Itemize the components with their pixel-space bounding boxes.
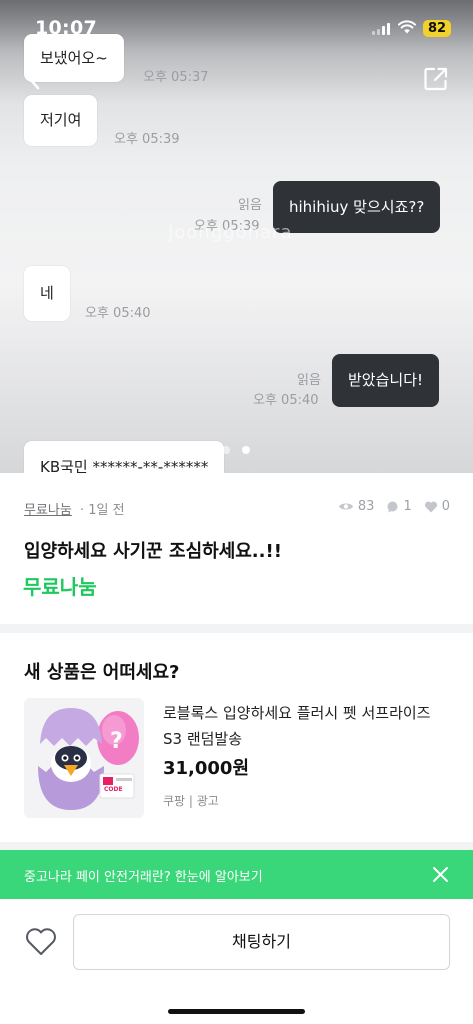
post-meta-row: 무료나눔 · 1일 전 83 1 0 <box>24 499 450 519</box>
chat-bubble-sent: hihihiuy 맞으시죠?? <box>273 181 441 233</box>
chat-time: 오후 05:37 <box>143 70 209 85</box>
chat-count: 1 <box>386 499 412 514</box>
svg-text:?: ? <box>110 729 123 754</box>
chat-message-text: 저기여 <box>40 111 82 129</box>
page-dot-active <box>242 446 250 454</box>
product-thumbnail: ? CODE <box>24 698 144 818</box>
view-count: 83 <box>338 499 375 514</box>
page-dot-inactive <box>222 446 230 454</box>
post-title: 입양하세요 사기꾼 조심하세요..!! <box>24 541 282 562</box>
safe-pay-banner-text: 중고나라 페이 안전거래란? 한눈에 알아보기 <box>24 870 263 885</box>
heart-icon[interactable] <box>24 927 58 957</box>
read-receipt: 읽음 <box>238 198 262 213</box>
view-count-text: 83 <box>357 499 375 514</box>
product-price: 31,000원 <box>163 758 250 779</box>
toy-egg-image: ? <box>38 708 139 810</box>
chat-time: 오후 05:39 <box>114 132 180 147</box>
read-receipt: 읽음 <box>297 373 321 388</box>
cellular-signal-icon <box>372 23 390 35</box>
chat-message-text: 네 <box>40 284 54 302</box>
status-time: 10:07 <box>35 17 97 39</box>
chat-bubble-sent: 받았습니다! <box>332 354 440 407</box>
recommend-title: 새 상품은 어떠세요? <box>24 662 180 683</box>
recommended-product-card[interactable]: ? CODE 로블록스 입양하세요 플러시 펫 서프라이즈 S3 랜덤발송 31… <box>24 698 450 820</box>
close-icon[interactable] <box>432 866 449 883</box>
like-count-text: 0 <box>441 499 450 514</box>
chat-button[interactable]: 채팅하기 <box>73 914 450 970</box>
chat-message-text: 받았습니다! <box>348 371 424 389</box>
share-icon[interactable] <box>423 66 449 92</box>
category-link[interactable]: 무료나눔 <box>24 499 72 518</box>
product-seller: 쿠팡 | 광고 <box>163 794 219 808</box>
wifi-icon <box>398 20 416 34</box>
code-badge-text: CODE <box>104 786 123 793</box>
product-image-carousel[interactable]: 보냈어오~ 오후 05:37 저기여 오후 05:39 읽음 오후 05:39 … <box>0 0 473 473</box>
post-time-text: 1일 전 <box>88 503 125 518</box>
battery-indicator: 82 <box>423 20 451 37</box>
chat-bubble-received: 저기여 <box>24 95 98 146</box>
like-count: 0 <box>424 499 450 514</box>
heart-icon <box>424 501 437 512</box>
section-divider <box>0 842 473 850</box>
chat-bubble-icon <box>387 501 398 512</box>
back-arrow-icon[interactable] <box>22 64 46 92</box>
safe-pay-banner[interactable]: 중고나라 페이 안전거래란? 한눈에 알아보기 <box>0 850 473 899</box>
price-label: 무료나눔 <box>23 575 97 599</box>
post-stats: 83 1 0 <box>338 499 450 514</box>
status-bar: 10:07 82 <box>0 0 473 56</box>
chat-time: 오후 05:40 <box>85 306 151 321</box>
chat-message-text: hihihiuy 맞으시죠?? <box>289 198 425 216</box>
home-indicator <box>168 1009 305 1014</box>
chat-message-text: KB국민 ******-**-****** <box>40 458 209 473</box>
chat-bubble-received: KB국민 ******-**-****** <box>24 441 225 473</box>
chat-time: 오후 05:40 <box>253 393 319 408</box>
chat-count-text: 1 <box>403 499 412 514</box>
product-name: 로블록스 입양하세요 플러시 펫 서프라이즈 S3 랜덤발송 <box>163 704 431 748</box>
carousel-page-indicator <box>222 446 254 454</box>
chat-bubble-received: 네 <box>24 266 70 321</box>
section-divider <box>0 624 473 633</box>
bottom-action-bar: 채팅하기 <box>0 899 473 1024</box>
post-time: · 1일 전 <box>80 503 125 518</box>
watermark: Joonggonara <box>168 222 293 243</box>
eye-icon <box>338 503 353 510</box>
